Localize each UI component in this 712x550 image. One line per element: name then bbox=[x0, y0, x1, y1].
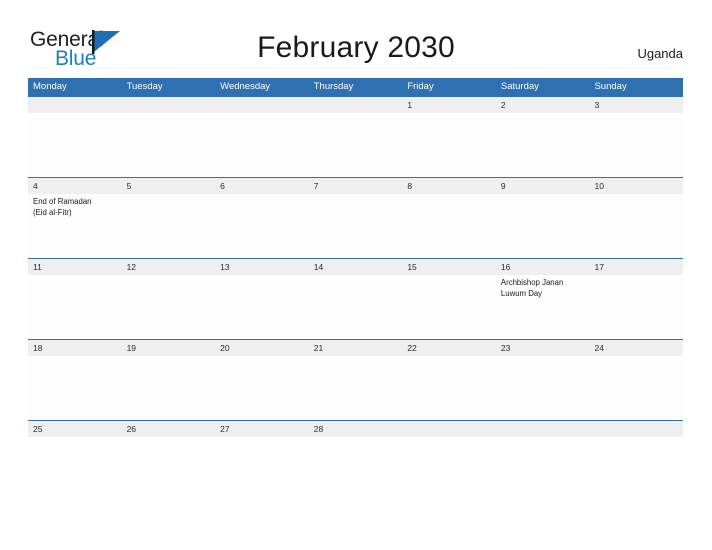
day-number-24[interactable]: 24 bbox=[589, 340, 683, 356]
day-number-13[interactable]: 13 bbox=[215, 259, 309, 275]
day-number-19[interactable]: 19 bbox=[122, 340, 216, 356]
day-cell[interactable] bbox=[122, 113, 216, 177]
day-cell[interactable]: End of Ramadan (Eid al-Fitr) bbox=[28, 194, 122, 258]
day-number-18[interactable]: 18 bbox=[28, 340, 122, 356]
day-cell[interactable] bbox=[496, 194, 590, 258]
day-number-empty bbox=[215, 97, 309, 113]
day-number-27[interactable]: 27 bbox=[215, 421, 309, 437]
day-number-22[interactable]: 22 bbox=[402, 340, 496, 356]
day-cell[interactable] bbox=[402, 113, 496, 177]
day-cell[interactable] bbox=[309, 356, 403, 420]
holiday-event-label: Archbishop Janan Luwum Day bbox=[500, 278, 564, 298]
day-cell[interactable] bbox=[496, 113, 590, 177]
day-cell[interactable] bbox=[122, 275, 216, 339]
day-number-25[interactable]: 25 bbox=[28, 421, 122, 437]
calendar-weeks: 1 2 3 4 5 6 7 8 9 10 End of Ramadan (Eid al-Fitr) 1… bbox=[28, 96, 683, 437]
day-number-15[interactable]: 15 bbox=[402, 259, 496, 275]
calendar-week-row: 4 5 6 7 8 9 10 End of Ramadan (Eid al-Fitr) bbox=[28, 177, 683, 258]
day-number-4[interactable]: 4 bbox=[28, 178, 122, 194]
holiday-event-label: End of Ramadan (Eid al-Fitr) bbox=[33, 197, 92, 217]
day-cell[interactable] bbox=[309, 275, 403, 339]
day-cell[interactable] bbox=[402, 275, 496, 339]
date-number-band: 11 12 13 14 15 16 17 bbox=[28, 259, 683, 275]
day-cell[interactable] bbox=[309, 194, 403, 258]
date-number-band: 123 bbox=[28, 97, 683, 113]
day-cell[interactable] bbox=[309, 113, 403, 177]
event-band: End of Ramadan (Eid al-Fitr) bbox=[28, 194, 683, 258]
calendar-week-row: 25 26 27 28 bbox=[28, 420, 683, 437]
day-number-empty bbox=[122, 97, 216, 113]
day-cell[interactable] bbox=[589, 356, 683, 420]
day-number-21[interactable]: 21 bbox=[309, 340, 403, 356]
day-number-empty bbox=[402, 421, 496, 437]
calendar-grid: Monday Tuesday Wednesday Thursday Friday Satu… bbox=[28, 78, 683, 437]
day-number-6[interactable]: 6 bbox=[215, 178, 309, 194]
date-number-band: 25 26 27 28 bbox=[28, 421, 683, 437]
day-cell[interactable]: Archbishop Janan Luwum Day bbox=[496, 275, 590, 339]
event-band bbox=[28, 356, 683, 420]
country-label: Uganda bbox=[637, 46, 683, 61]
day-number-23[interactable]: 23 bbox=[496, 340, 590, 356]
day-number-5[interactable]: 5 bbox=[122, 178, 216, 194]
day-number-14[interactable]: 14 bbox=[309, 259, 403, 275]
day-number-1[interactable]: 1 bbox=[402, 97, 496, 113]
weekday-header-monday: Monday bbox=[33, 81, 67, 92]
day-cell[interactable] bbox=[122, 356, 216, 420]
day-number-9[interactable]: 9 bbox=[496, 178, 590, 194]
weekday-header-tuesday: Tuesday bbox=[126, 81, 163, 92]
calendar-week-row: 11 12 13 14 15 16 17 Archbishop Janan Luwum Day bbox=[28, 258, 683, 339]
day-number-28[interactable]: 28 bbox=[309, 421, 403, 437]
day-number-3[interactable]: 3 bbox=[589, 97, 683, 113]
date-number-band: 4 5 6 7 8 9 10 bbox=[28, 178, 683, 194]
day-number-16[interactable]: 16 bbox=[496, 259, 590, 275]
day-number-empty bbox=[309, 97, 403, 113]
day-cell[interactable] bbox=[589, 275, 683, 339]
day-number-empty bbox=[589, 421, 683, 437]
calendar-week-row: 18 19 20 21 22 23 24 bbox=[28, 339, 683, 420]
day-cell[interactable] bbox=[215, 113, 309, 177]
weekday-header-row: Monday Tuesday Wednesday Thursday Friday Satu… bbox=[28, 78, 683, 96]
day-cell[interactable] bbox=[589, 113, 683, 177]
weekday-header-sunday: Sunday bbox=[594, 81, 627, 92]
weekday-header-friday: Friday bbox=[407, 81, 434, 92]
day-cell[interactable] bbox=[122, 194, 216, 258]
day-number-26[interactable]: 26 bbox=[122, 421, 216, 437]
day-cell[interactable] bbox=[28, 275, 122, 339]
date-number-band: 18 19 20 21 22 23 24 bbox=[28, 340, 683, 356]
day-cell[interactable] bbox=[496, 356, 590, 420]
day-number-empty bbox=[28, 97, 122, 113]
day-cell[interactable] bbox=[402, 194, 496, 258]
day-cell[interactable] bbox=[215, 275, 309, 339]
event-band: Archbishop Janan Luwum Day bbox=[28, 275, 683, 339]
weekday-header-saturday: Saturday bbox=[500, 81, 539, 92]
day-number-2[interactable]: 2 bbox=[496, 97, 590, 113]
day-number-7[interactable]: 7 bbox=[309, 178, 403, 194]
weekday-header-wednesday: Wednesday bbox=[220, 81, 271, 92]
weekday-header-thursday: Thursday bbox=[313, 81, 354, 92]
day-cell[interactable] bbox=[402, 356, 496, 420]
event-band bbox=[28, 113, 683, 177]
day-cell[interactable] bbox=[215, 356, 309, 420]
page-title: February 2030 bbox=[257, 31, 455, 64]
day-number-empty bbox=[496, 421, 590, 437]
day-number-8[interactable]: 8 bbox=[402, 178, 496, 194]
calendar-week-row: 123 bbox=[28, 96, 683, 177]
page-header: General Blue February 2030 Uganda bbox=[0, 0, 712, 78]
day-number-20[interactable]: 20 bbox=[215, 340, 309, 356]
day-number-17[interactable]: 17 bbox=[589, 259, 683, 275]
day-cell[interactable] bbox=[28, 113, 122, 177]
day-cell[interactable] bbox=[589, 194, 683, 258]
day-number-11[interactable]: 11 bbox=[28, 259, 122, 275]
day-number-12[interactable]: 12 bbox=[122, 259, 216, 275]
day-number-10[interactable]: 10 bbox=[589, 178, 683, 194]
day-cell[interactable] bbox=[215, 194, 309, 258]
day-cell[interactable] bbox=[28, 356, 122, 420]
